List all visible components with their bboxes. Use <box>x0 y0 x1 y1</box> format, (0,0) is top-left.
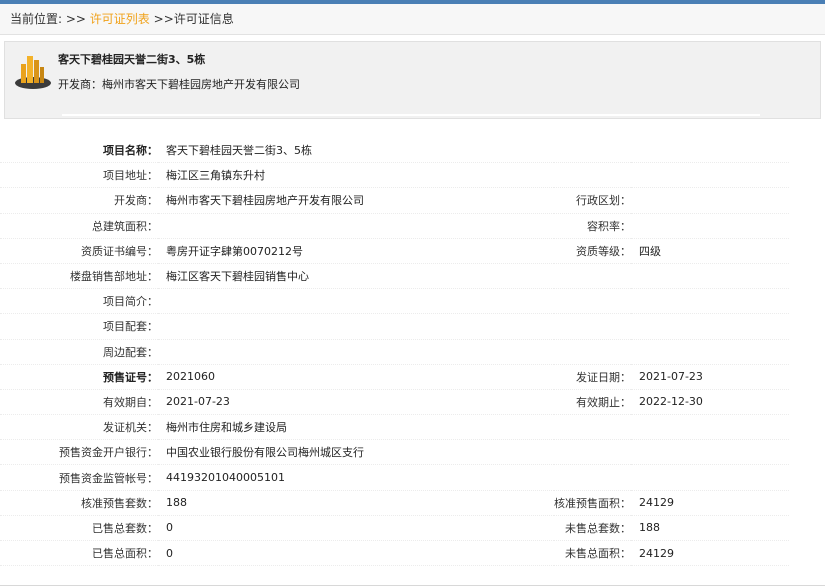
field-label-secondary: 行政区划： <box>554 187 631 214</box>
info-row: 资质证书编号： 粤房开证字肆第0070212号 资质等级： 四级 <box>0 238 789 264</box>
field-label-secondary <box>554 162 631 189</box>
info-row: 预售证号： 2021060 发证日期： 2021-07-23 <box>0 364 789 390</box>
field-label-secondary: 核准预售面积： <box>554 490 631 516</box>
field-label-secondary <box>554 288 631 315</box>
field-label-secondary <box>554 313 631 340</box>
field-label: 预售资金监管帐号： <box>0 464 158 491</box>
field-label: 总建筑面积： <box>0 213 158 239</box>
field-label: 有效期自： <box>0 389 158 416</box>
field-value-secondary: 四级 <box>631 238 789 264</box>
field-label: 已售总套数： <box>0 515 158 542</box>
bottom-divider <box>0 585 825 586</box>
field-value: 44193201040005101 <box>158 464 554 491</box>
field-value-secondary: 2022-12-30 <box>631 389 789 416</box>
field-label: 发证机关： <box>0 414 158 441</box>
breadcrumb-link-permit-list[interactable]: 许可证列表 <box>90 12 150 26</box>
field-label-secondary <box>554 414 631 441</box>
info-row: 有效期自： 2021-07-23 有效期止： 2022-12-30 <box>0 389 789 416</box>
field-value-secondary <box>631 213 789 239</box>
project-title: 客天下碧桂园天誉二街3、5栋 <box>58 53 206 66</box>
field-label-secondary: 发证日期： <box>554 364 631 390</box>
field-value-secondary <box>631 187 789 214</box>
field-value: 2021060 <box>158 364 554 390</box>
field-label: 项目简介： <box>0 288 158 315</box>
field-label: 预售资金开户银行： <box>0 439 158 466</box>
info-row: 已售总套数： 0 未售总套数： 188 <box>0 515 789 542</box>
field-label-secondary: 有效期止： <box>554 389 631 416</box>
field-label-secondary <box>554 138 631 164</box>
info-row: 项目地址： 梅江区三角镇东升村 <box>0 162 789 189</box>
field-value: 188 <box>158 490 554 516</box>
info-row: 周边配套： <box>0 339 789 365</box>
field-label: 周边配套： <box>0 339 158 365</box>
field-label: 资质证书编号： <box>0 238 158 264</box>
breadcrumb-prefix: 当前位置: >> <box>10 12 86 26</box>
field-value-secondary <box>631 339 789 365</box>
developer-value: 梅州市客天下碧桂园房地产开发有限公司 <box>102 78 300 91</box>
field-value-secondary: 188 <box>631 515 789 542</box>
breadcrumb-current: >>许可证信息 <box>153 12 234 26</box>
info-row: 预售资金监管帐号： 44193201040005101 <box>0 464 789 491</box>
field-label-secondary: 容积率： <box>554 213 631 239</box>
info-row: 发证机关： 梅州市住房和城乡建设局 <box>0 414 789 441</box>
field-value: 中国农业银行股份有限公司梅州城区支行 <box>158 439 554 466</box>
field-value-secondary <box>631 138 789 164</box>
breadcrumb: 当前位置: >> 许可证列表 >>许可证信息 <box>0 4 825 35</box>
info-row: 项目配套： <box>0 313 789 340</box>
field-value: 梅州市客天下碧桂园房地产开发有限公司 <box>158 187 554 214</box>
field-value: 客天下碧桂园天誉二街3、5栋 <box>158 138 554 164</box>
permit-info-table: 项目名称： 客天下碧桂园天誉二街3、5栋 项目地址： 梅江区三角镇东升村 开发商： 梅州市… <box>0 138 789 567</box>
field-value: 2021-07-23 <box>158 389 554 416</box>
field-value: 0 <box>158 515 554 542</box>
field-value-secondary <box>631 288 789 315</box>
field-label: 开发商： <box>0 187 158 214</box>
field-label: 已售总面积： <box>0 540 158 567</box>
field-label-secondary <box>554 439 631 466</box>
field-value-secondary <box>631 439 789 466</box>
field-value: 梅江区客天下碧桂园销售中心 <box>158 263 554 290</box>
field-label: 项目地址： <box>0 162 158 189</box>
field-value: 0 <box>158 540 554 567</box>
field-label: 预售证号： <box>0 364 158 390</box>
info-row: 预售资金开户银行： 中国农业银行股份有限公司梅州城区支行 <box>0 439 789 466</box>
field-label-secondary <box>554 339 631 365</box>
info-row: 总建筑面积： 容积率： <box>0 213 789 239</box>
field-label: 项目配套： <box>0 313 158 340</box>
info-row: 开发商： 梅州市客天下碧桂园房地产开发有限公司 行政区划： <box>0 187 789 214</box>
field-label: 核准预售套数： <box>0 490 158 516</box>
field-value <box>158 288 554 315</box>
field-value-secondary <box>631 263 789 290</box>
field-value-secondary <box>631 162 789 189</box>
field-value: 梅州市住房和城乡建设局 <box>158 414 554 441</box>
field-value <box>158 313 554 340</box>
field-value-secondary <box>631 313 789 340</box>
field-value-secondary: 24129 <box>631 540 789 567</box>
field-value-secondary: 2021-07-23 <box>631 364 789 390</box>
field-value-secondary <box>631 464 789 491</box>
building-icon <box>15 56 51 89</box>
field-value-secondary <box>631 414 789 441</box>
developer-label: 开发商： <box>58 78 102 91</box>
field-value-secondary: 24129 <box>631 490 789 516</box>
field-label-secondary: 资质等级： <box>554 238 631 264</box>
field-label-secondary: 未售总套数： <box>554 515 631 542</box>
info-row: 项目简介： <box>0 288 789 315</box>
info-row: 项目名称： 客天下碧桂园天誉二街3、5栋 <box>0 138 789 164</box>
info-row: 核准预售套数： 188 核准预售面积： 24129 <box>0 490 789 516</box>
field-value: 粤房开证字肆第0070212号 <box>158 238 554 264</box>
field-value: 梅江区三角镇东升村 <box>158 162 554 189</box>
field-label-secondary <box>554 263 631 290</box>
field-label: 项目名称： <box>0 138 158 164</box>
field-value <box>158 339 554 365</box>
project-header: 客天下碧桂园天誉二街3、5栋 开发商：梅州市客天下碧桂园房地产开发有限公司 <box>4 41 821 119</box>
field-label: 楼盘销售部地址： <box>0 263 158 290</box>
info-row: 楼盘销售部地址： 梅江区客天下碧桂园销售中心 <box>0 263 789 290</box>
field-value <box>158 213 554 239</box>
info-row: 已售总面积： 0 未售总面积： 24129 <box>0 540 789 567</box>
field-label-secondary <box>554 464 631 491</box>
developer-line: 开发商：梅州市客天下碧桂园房地产开发有限公司 <box>58 76 300 92</box>
header-divider <box>62 114 760 116</box>
field-label-secondary: 未售总面积： <box>554 540 631 567</box>
